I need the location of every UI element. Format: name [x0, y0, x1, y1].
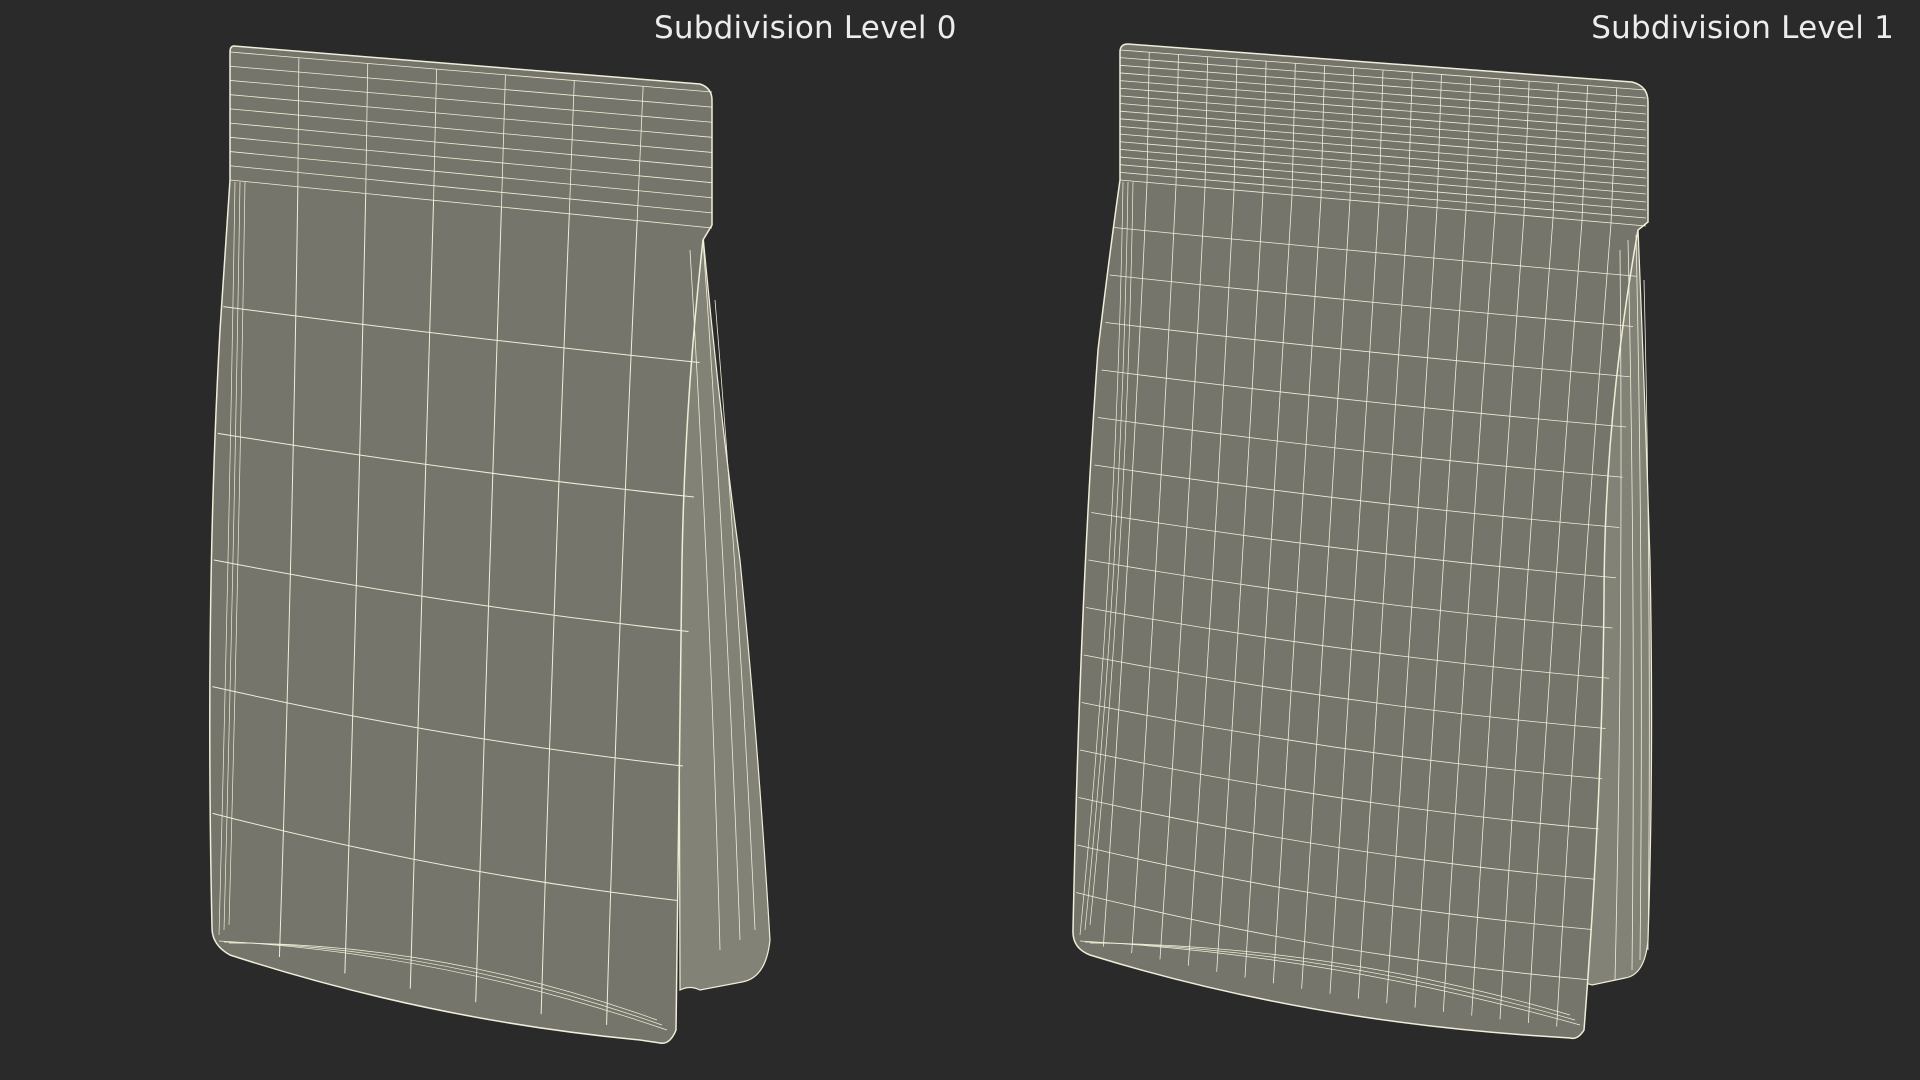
scene-canvas [209, 43, 1653, 1044]
pouch-level-0-front-panel [209, 45, 713, 1044]
pouch-level-0-mesh[interactable] [209, 45, 771, 1044]
subdivision-level-0-label: Subdivision Level 0 [654, 10, 957, 46]
subdivision-level-1-label: Subdivision Level 1 [1591, 10, 1894, 46]
3d-viewport[interactable]: Subdivision Level 0 Subdivision Level 1 [0, 0, 1920, 1080]
pouch-level-1-mesh[interactable] [1072, 43, 1653, 1040]
